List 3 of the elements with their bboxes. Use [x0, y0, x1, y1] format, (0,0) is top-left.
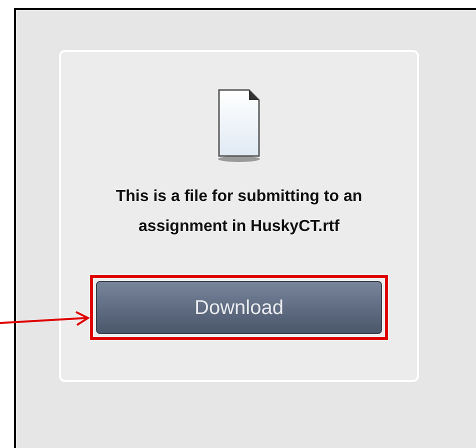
document-icon — [217, 88, 261, 164]
file-name: This is a file for submitting to an assignment in HuskyCT.rtf — [114, 187, 364, 237]
download-button[interactable]: Download — [96, 281, 382, 334]
